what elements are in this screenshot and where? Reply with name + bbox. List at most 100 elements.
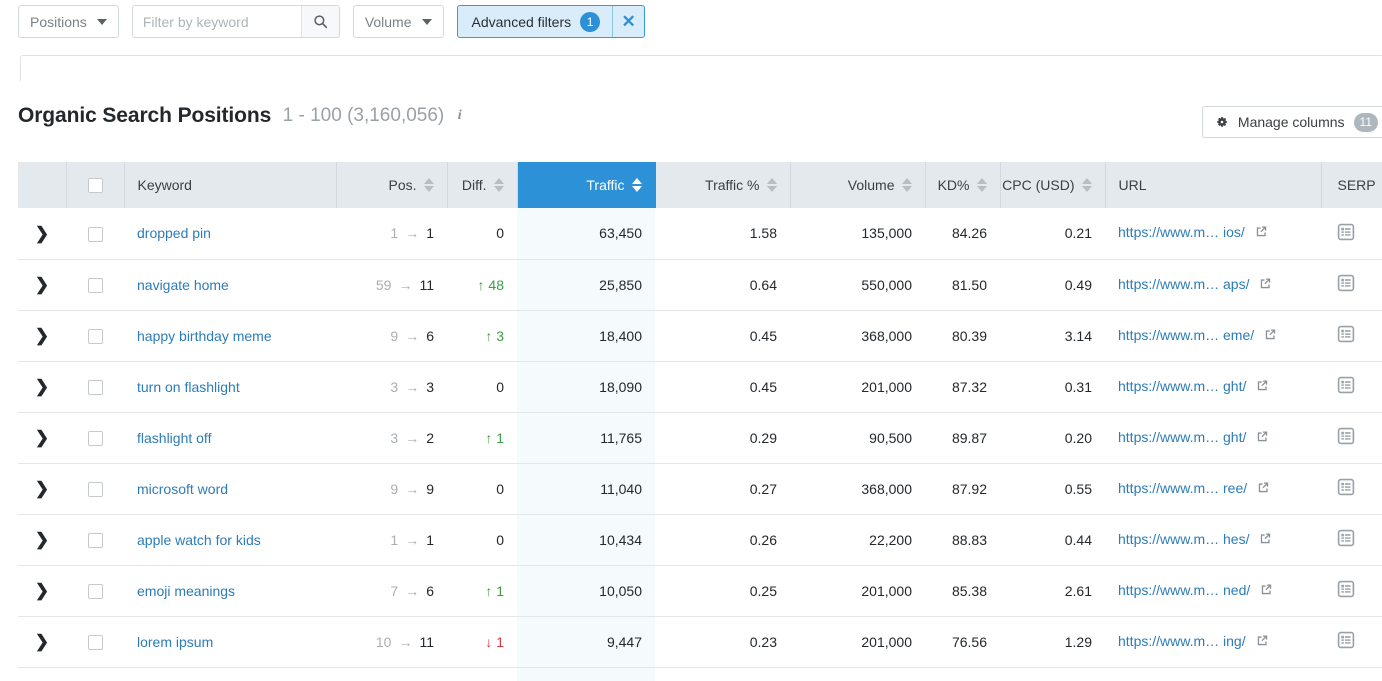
position-previous: 1 [390, 225, 399, 242]
open-url-button[interactable] [1255, 633, 1270, 651]
serp-features-button[interactable] [1337, 580, 1355, 601]
keyword-link[interactable]: emoji meanings [137, 583, 235, 599]
url-cell: https://www.m… ght/ [1105, 412, 1321, 464]
manage-columns-button[interactable]: Manage columns 11 [1201, 106, 1382, 138]
url-link[interactable]: https://www.m… ing/ [1118, 633, 1246, 649]
sort-diff-icon[interactable] [493, 178, 504, 192]
open-url-button[interactable] [1259, 582, 1274, 600]
volume-dropdown[interactable]: Volume [352, 5, 444, 38]
column-header-diff[interactable]: Diff. [447, 162, 518, 208]
keyword-link[interactable]: happy birthday meme [137, 328, 272, 344]
row-select-cell[interactable] [66, 514, 124, 566]
keyword-link[interactable]: lorem ipsum [137, 634, 213, 650]
chevron-right-icon[interactable]: ❯ [35, 429, 49, 446]
sort-volume-icon[interactable] [901, 178, 912, 192]
serp-features-button[interactable] [1337, 223, 1355, 244]
open-url-button[interactable] [1258, 531, 1273, 549]
chevron-right-icon[interactable]: ❯ [35, 480, 49, 497]
url-link[interactable]: https://www.m… hes/ [1118, 531, 1249, 547]
row-expand-cell[interactable]: ❯ [18, 616, 66, 668]
row-checkbox[interactable] [87, 583, 103, 599]
column-header-traffic[interactable]: Traffic [517, 162, 656, 208]
serp-features-button[interactable] [1337, 427, 1355, 448]
open-url-button[interactable] [1255, 378, 1270, 396]
sort-kd-icon[interactable] [976, 178, 987, 192]
row-select-cell[interactable] [66, 310, 124, 362]
column-header-keyword[interactable]: Keyword [124, 162, 337, 208]
row-expand-cell[interactable]: ❯ [18, 565, 66, 617]
row-select-cell[interactable] [66, 361, 124, 413]
row-expand-cell[interactable]: ❯ [18, 412, 66, 464]
clear-advanced-filters-button[interactable]: ✕ [612, 6, 644, 37]
row-checkbox[interactable] [87, 226, 103, 242]
sort-cpc-icon[interactable] [1081, 178, 1092, 192]
search-button[interactable] [300, 6, 339, 37]
chevron-right-icon[interactable]: ❯ [35, 633, 49, 650]
sort-pos-icon[interactable] [423, 178, 434, 192]
row-select-cell[interactable] [66, 259, 124, 311]
advanced-filters-button[interactable]: Advanced filters 1 [458, 6, 613, 37]
column-header-kd[interactable]: KD% [925, 162, 1001, 208]
positions-dropdown[interactable]: Positions [18, 5, 119, 38]
row-select-cell[interactable] [66, 412, 124, 464]
row-checkbox[interactable] [87, 634, 103, 650]
chevron-right-icon[interactable]: ❯ [35, 531, 49, 548]
row-expand-cell[interactable]: ❯ [18, 208, 66, 260]
serp-features-button[interactable] [1337, 631, 1355, 652]
open-url-button[interactable] [1255, 429, 1270, 447]
column-header-traffic-pct[interactable]: Traffic % [655, 162, 791, 208]
serp-features-button[interactable] [1337, 478, 1355, 499]
serp-features-button[interactable] [1337, 376, 1355, 397]
row-checkbox[interactable] [87, 430, 103, 446]
row-select-cell[interactable] [66, 565, 124, 617]
row-select-cell[interactable] [66, 463, 124, 515]
serp-features-button[interactable] [1337, 325, 1355, 346]
column-header-url: URL [1105, 162, 1322, 208]
keyword-link[interactable]: microsoft word [137, 481, 228, 497]
url-link[interactable]: https://www.m… eme/ [1118, 327, 1254, 343]
url-link[interactable]: https://www.m… ree/ [1118, 480, 1247, 496]
chevron-right-icon[interactable]: ❯ [35, 327, 49, 344]
keyword-link[interactable]: flashlight off [137, 430, 211, 446]
sort-traffic-icon[interactable] [631, 178, 642, 192]
info-icon[interactable]: i [458, 108, 462, 124]
row-expand-cell[interactable]: ❯ [18, 361, 66, 413]
serp-features-button[interactable] [1337, 274, 1355, 295]
row-checkbox[interactable] [87, 277, 103, 293]
serp-features-button[interactable] [1337, 529, 1355, 550]
chevron-right-icon[interactable]: ❯ [35, 276, 49, 293]
open-url-button[interactable] [1254, 224, 1269, 242]
url-link[interactable]: https://www.m… ios/ [1118, 224, 1245, 240]
row-checkbox[interactable] [87, 379, 103, 395]
url-link[interactable]: https://www.m… ght/ [1118, 429, 1246, 445]
url-link[interactable]: https://www.m… ght/ [1118, 378, 1246, 394]
row-checkbox[interactable] [87, 481, 103, 497]
chevron-right-icon[interactable]: ❯ [35, 378, 49, 395]
row-checkbox[interactable] [87, 532, 103, 548]
row-select-cell[interactable] [66, 616, 124, 668]
select-all-checkbox[interactable] [87, 178, 103, 194]
row-expand-cell[interactable]: ❯ [18, 259, 66, 311]
column-header-volume[interactable]: Volume [790, 162, 926, 208]
keyword-link[interactable]: dropped pin [137, 225, 211, 241]
open-url-button[interactable] [1263, 327, 1278, 345]
url-cell: https://www.m… ios/ [1105, 208, 1321, 260]
row-expand-cell[interactable]: ❯ [18, 463, 66, 515]
row-expand-cell[interactable]: ❯ [18, 514, 66, 566]
keyword-link[interactable]: navigate home [137, 277, 229, 293]
column-header-pos[interactable]: Pos. [336, 162, 448, 208]
open-url-button[interactable] [1256, 480, 1271, 498]
search-input[interactable] [132, 6, 301, 37]
chevron-right-icon[interactable]: ❯ [35, 582, 49, 599]
url-link[interactable]: https://www.m… ned/ [1118, 582, 1250, 598]
sort-traffic-pct-icon[interactable] [766, 178, 777, 192]
keyword-link[interactable]: apple watch for kids [137, 532, 261, 548]
keyword-link[interactable]: turn on flashlight [137, 379, 240, 395]
column-header-cpc[interactable]: CPC (USD) [1000, 162, 1106, 208]
row-expand-cell[interactable]: ❯ [18, 310, 66, 362]
row-checkbox[interactable] [87, 328, 103, 344]
row-select-cell[interactable] [66, 208, 124, 260]
open-url-button[interactable] [1258, 276, 1273, 294]
chevron-right-icon[interactable]: ❯ [35, 225, 49, 242]
url-link[interactable]: https://www.m… aps/ [1118, 276, 1249, 292]
